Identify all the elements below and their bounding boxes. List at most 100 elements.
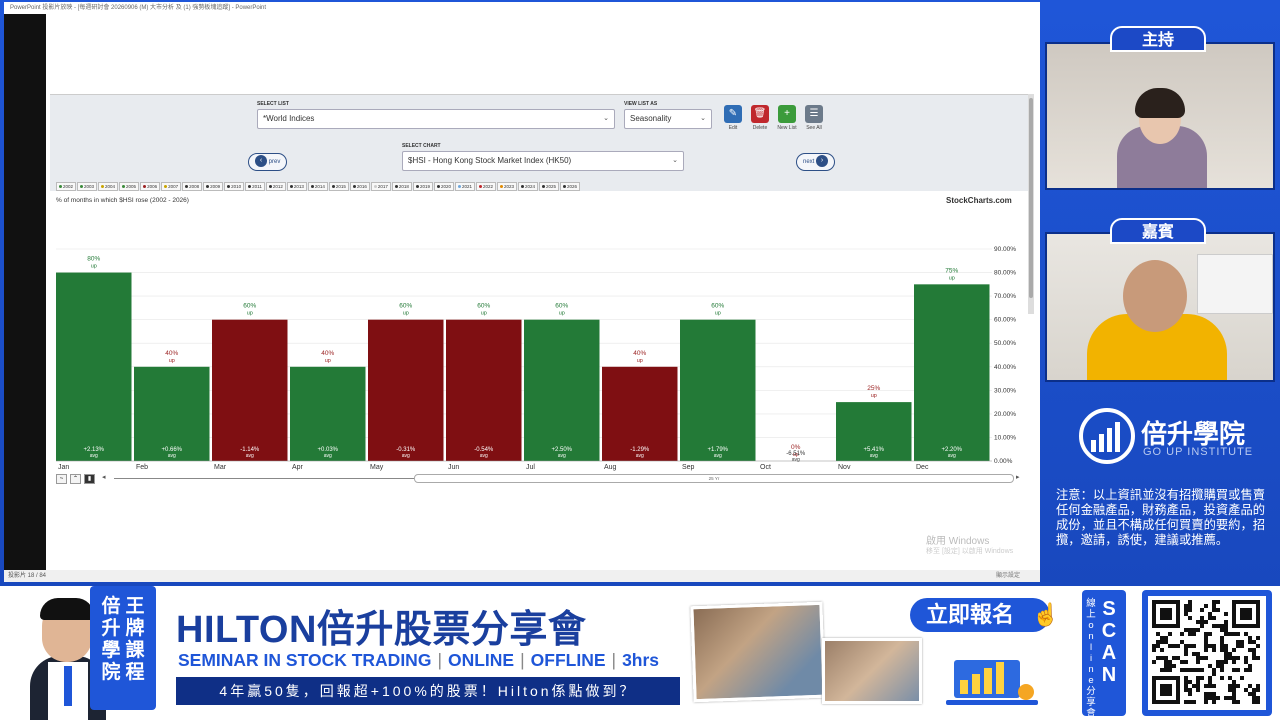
year-toggle[interactable]: 2023 [497, 182, 518, 191]
data-label-avg-tag: avg [324, 453, 332, 459]
list-icon[interactable]: ☰ [805, 105, 823, 123]
next-button[interactable]: next › [796, 153, 836, 171]
year-toggle[interactable]: 2024 [518, 182, 539, 191]
view-list-dropdown[interactable]: Seasonality ⌄ [624, 109, 712, 129]
data-label-up: up [247, 311, 253, 317]
year-toggle[interactable]: 2017 [370, 182, 391, 191]
year-toggle[interactable]: 2008 [182, 182, 203, 191]
data-label-percent: 75% [945, 267, 958, 274]
year-toggle[interactable]: 2002 [56, 182, 77, 191]
year-toggle[interactable]: 2020 [433, 182, 454, 191]
bar-sep [680, 319, 756, 461]
year-toggle[interactable]: 2025 [539, 182, 560, 191]
data-label-avg-tag: avg [480, 453, 488, 459]
year-toggle[interactable]: 2004 [98, 182, 119, 191]
x-tick-label: Nov [838, 464, 851, 471]
data-label-avg-tag: avg [246, 453, 254, 459]
plus-icon[interactable]: + [778, 105, 796, 123]
subtitle-offline: OFFLINE [530, 650, 606, 670]
year-toggle[interactable]: 2012 [265, 182, 286, 191]
vertical-col-2: 王牌課程 [125, 596, 145, 683]
prev-button[interactable]: ‹ prev [248, 153, 288, 171]
data-label-up: up [559, 311, 565, 317]
seminar-photo-1 [690, 601, 826, 703]
x-tick-label: Oct [760, 464, 771, 471]
display-settings[interactable]: 顯示設定 [996, 570, 1020, 582]
year-toggle[interactable]: 2018 [391, 182, 412, 191]
data-label-percent: 25% [867, 385, 880, 392]
year-toggle[interactable]: 2015 [328, 182, 349, 191]
vertical-col-1: 倍升學院 [101, 596, 121, 683]
chevron-left-icon: ‹ [255, 155, 267, 168]
year-toggle[interactable]: 2013 [286, 182, 307, 191]
data-label-percent: 40% [633, 350, 646, 357]
select-chart-value: $HSI - Hong Kong Stock Market Index (HK5… [408, 156, 572, 165]
y-tick-label: 0.00% [994, 458, 1013, 465]
view-list-label: VIEW LIST AS [624, 101, 658, 107]
chevron-down-icon: ⌄ [700, 115, 706, 122]
year-toggle[interactable]: 2005 [119, 182, 140, 191]
data-label-up: up [91, 264, 97, 270]
subtitle-online: ONLINE [447, 650, 515, 670]
slide-left-margin [4, 14, 46, 570]
year-toggle[interactable]: 2022 [475, 182, 496, 191]
background-cabinet [1197, 254, 1273, 314]
scroll-left-icon[interactable]: ◂ [102, 473, 106, 481]
tool-label: Edit [728, 125, 738, 131]
data-label-up: up [169, 358, 175, 364]
host-badge: 主持 [1110, 26, 1206, 52]
y-tick-label: 30.00% [994, 387, 1016, 394]
data-label-avg-tag: avg [870, 453, 878, 459]
y-tick-label: 60.00% [994, 317, 1016, 324]
year-toggle[interactable]: 2003 [77, 182, 98, 191]
year-toggle[interactable]: 2006 [140, 182, 161, 191]
year-toggle[interactable]: 2014 [307, 182, 328, 191]
select-chart-dropdown[interactable]: $HSI - Hong Kong Stock Market Index (HK5… [402, 151, 684, 171]
data-label-avg-tag: avg [558, 453, 566, 459]
tool-label: New List [777, 125, 797, 131]
year-toggle[interactable]: 2016 [349, 182, 370, 191]
data-label-percent: 60% [555, 303, 568, 310]
data-label-up: up [949, 275, 955, 281]
stockcharts-logo: StockCharts.com [946, 196, 1012, 205]
scan-subtext: 線上online分享會 [1086, 598, 1096, 719]
institute-logo: 倍升學院 GO UP INSTITUTE [1075, 406, 1275, 470]
page-scrollbar[interactable] [1028, 94, 1034, 314]
year-toggle[interactable]: 2007 [161, 182, 182, 191]
pointer-hand-icon: ☝ [1032, 602, 1060, 627]
year-toggle[interactable]: 2019 [412, 182, 433, 191]
trash-icon[interactable]: 🗑 [751, 105, 769, 123]
year-toggle[interactable]: 2010 [224, 182, 245, 191]
scroll-right-icon[interactable]: ▸ [1016, 473, 1020, 481]
disclaimer-text: 注意：以上資訊並沒有招攬購買或售賣任何金融產品，財務產品，投資產品的成份，並且不… [1056, 488, 1266, 547]
chevron-right-icon: › [816, 155, 829, 168]
x-tick-label: Sep [682, 464, 695, 471]
seasonality-chart: 0.00% 10.00% 20.00% 30.00% 40.00% 50.00% 60.00… [56, 246, 1016, 471]
slide: SELECT LIST *World Indices ⌄ VIEW LIST A… [46, 14, 1040, 570]
data-label-up: up [871, 393, 877, 399]
data-label-avg-tag: avg [792, 457, 800, 463]
register-button[interactable]: 立即報名 [910, 598, 1050, 632]
y-tick-label: 90.00% [994, 246, 1016, 253]
pencil-icon[interactable]: ✎ [724, 105, 742, 123]
seminar-photo-2 [822, 638, 922, 704]
area-chart-icon[interactable]: ⌃ [70, 474, 81, 484]
bar-chart-icon[interactable]: ▮ [84, 474, 95, 484]
year-toggle[interactable]: 2026 [560, 182, 581, 191]
range-scrollbar[interactable]: 25 Yr [414, 474, 1014, 483]
select-chart-label: SELECT CHART [402, 143, 441, 149]
data-label-percent: 60% [243, 303, 256, 310]
host-video [1045, 42, 1275, 190]
bar-mar [212, 319, 288, 461]
year-toggle[interactable]: 2011 [245, 182, 265, 191]
x-tick-label: Feb [136, 464, 148, 471]
chart-title: % of months in which $HSI rose (2002 - 2… [56, 197, 189, 204]
windows-activation-sub: 移至 [設定] 以啟用 Windows [926, 548, 1014, 555]
qr-code[interactable] [1142, 590, 1272, 716]
data-label-percent: 60% [711, 303, 724, 310]
chart-scroll-row: ~ ⌃ ▮ ◂ 25 Yr ▸ [54, 473, 1024, 485]
year-toggle[interactable]: 2021 [454, 182, 475, 191]
year-toggle[interactable]: 2009 [203, 182, 224, 191]
select-list-dropdown[interactable]: *World Indices ⌄ [257, 109, 615, 129]
line-chart-icon[interactable]: ~ [56, 474, 67, 484]
